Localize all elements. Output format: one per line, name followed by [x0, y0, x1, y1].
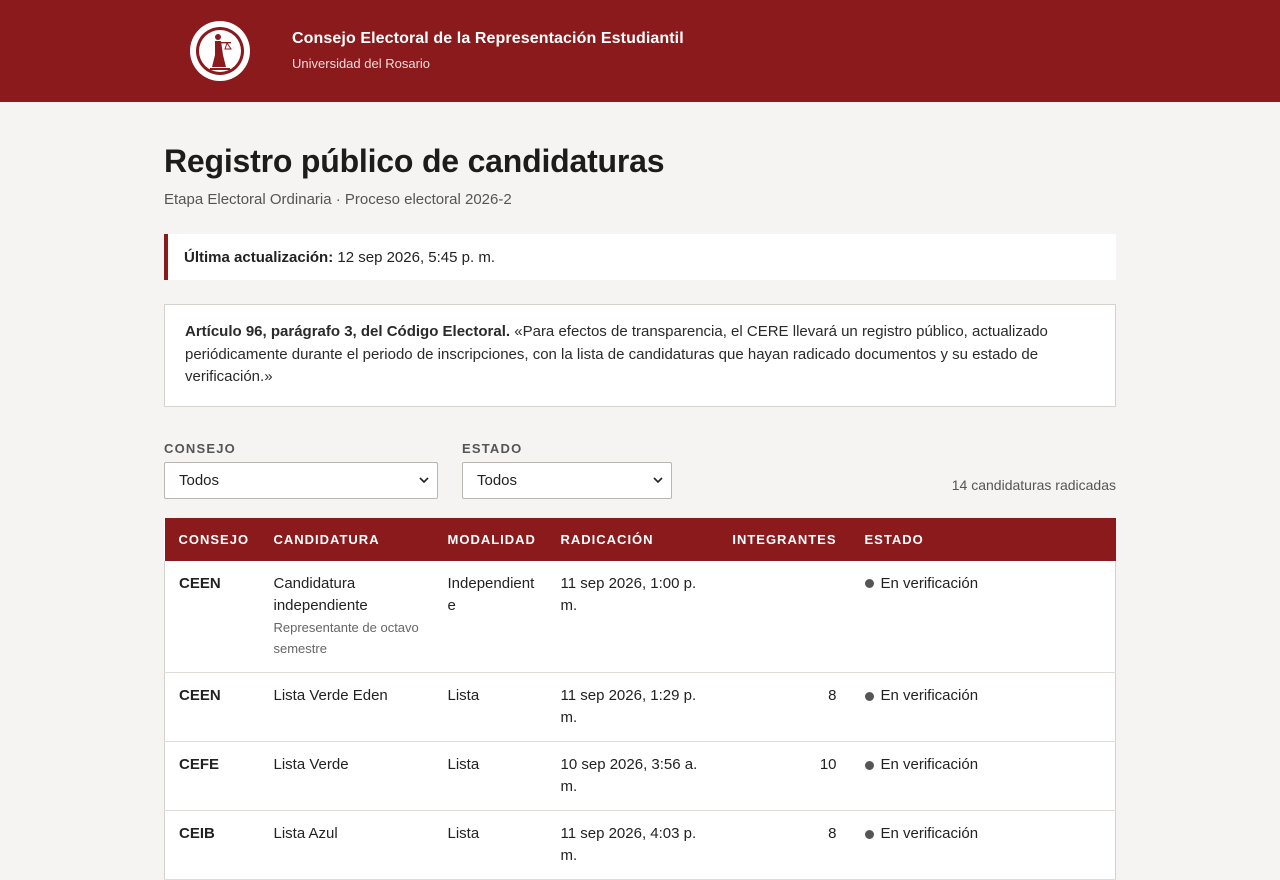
cell-consejo: CEFE [165, 742, 260, 811]
page-subtitle: Etapa Electoral Ordinaria · Proceso elec… [164, 191, 1116, 208]
status-dot-icon [865, 692, 874, 701]
cell-estado: En verificación [851, 561, 1116, 673]
cell-radicacion: 11 sep 2026, 1:29 p. m. [547, 673, 707, 742]
consejo-select-value: Todos [179, 472, 219, 489]
table-row[interactable]: CEEN Lista Verde Eden Lista 11 sep 2026,… [165, 673, 1116, 742]
cell-radicacion: 11 sep 2026, 1:00 p. m. [547, 561, 707, 673]
col-radicacion[interactable]: RADICACIÓN [547, 518, 707, 561]
consejo-filter: CONSEJO Todos [164, 441, 438, 499]
cell-modalidad: Independiente [434, 561, 547, 673]
last-updated-label: Última actualización: [184, 249, 333, 266]
cell-estado: En verificación [851, 742, 1116, 811]
filters-bar: CONSEJO Todos ESTADO Todos 14 candidatur… [164, 441, 1116, 499]
consejo-filter-label: CONSEJO [164, 441, 438, 456]
col-integrantes[interactable]: INTEGRANTES [707, 518, 851, 561]
org-subtitle: Universidad del Rosario [292, 56, 684, 71]
cell-candidatura: Candidatura independiente Representante … [260, 561, 434, 673]
result-count: 14 candidaturas radicadas [952, 477, 1116, 493]
col-consejo[interactable]: CONSEJO [165, 518, 260, 561]
cell-estado: En verificación [851, 811, 1116, 880]
col-estado[interactable]: ESTADO [851, 518, 1116, 561]
estado-filter: ESTADO Todos [462, 441, 672, 499]
cell-consejo: CEIB [165, 811, 260, 880]
cell-candidatura: Lista Verde Eden [260, 673, 434, 742]
cell-candidatura: Lista Verde [260, 742, 434, 811]
estado-select-value: Todos [477, 472, 517, 489]
last-updated-value: 12 sep 2026, 5:45 p. m. [337, 249, 495, 266]
article-quote: Artículo 96, parágrafo 3, del Código Ele… [164, 304, 1116, 407]
cell-consejo: CEEN [165, 561, 260, 673]
status-label: En verificación [881, 573, 979, 595]
last-updated-box: Última actualización: 12 sep 2026, 5:45 … [164, 234, 1116, 280]
cell-integrantes: 10 [707, 742, 851, 811]
status-label: En verificación [881, 754, 979, 776]
status-dot-icon [865, 761, 874, 770]
cell-modalidad: Lista [434, 811, 547, 880]
candidatura-name: Candidatura independiente [274, 575, 368, 614]
status-label: En verificación [881, 823, 979, 845]
status-dot-icon [865, 830, 874, 839]
top-header: Consejo Electoral de la Representación E… [0, 0, 1280, 102]
page-title: Registro público de candidaturas [164, 143, 1116, 180]
cell-consejo: CEEN [165, 673, 260, 742]
article-reference: Artículo 96, parágrafo 3, del Código Ele… [185, 323, 510, 340]
chevron-down-icon [419, 475, 429, 485]
cell-estado: En verificación [851, 673, 1116, 742]
chevron-down-icon [653, 475, 663, 485]
main-content: Registro público de candidaturas Etapa E… [164, 102, 1116, 880]
table-row[interactable]: CEFE Lista Verde Lista 10 sep 2026, 3:56… [165, 742, 1116, 811]
estado-filter-label: ESTADO [462, 441, 672, 456]
status-dot-icon [865, 579, 874, 588]
estado-select[interactable]: Todos [462, 462, 672, 499]
table-header-row: CONSEJO CANDIDATURA MODALIDAD RADICACIÓN… [165, 518, 1116, 561]
table-row[interactable]: CEIB Lista Azul Lista 11 sep 2026, 4:03 … [165, 811, 1116, 880]
brand-block: Consejo Electoral de la Representación E… [292, 30, 684, 71]
consejo-select[interactable]: Todos [164, 462, 438, 499]
cell-integrantes: 8 [707, 673, 851, 742]
table-row[interactable]: CEEN Candidatura independiente Represent… [165, 561, 1116, 673]
status-label: En verificación [881, 685, 979, 707]
org-title: Consejo Electoral de la Representación E… [292, 30, 684, 48]
cell-radicacion: 10 sep 2026, 3:56 a. m. [547, 742, 707, 811]
cell-modalidad: Lista [434, 673, 547, 742]
candidatura-note: Representante de octavo semestre [274, 617, 434, 659]
cell-radicacion: 11 sep 2026, 4:03 p. m. [547, 811, 707, 880]
candidates-table: CONSEJO CANDIDATURA MODALIDAD RADICACIÓN… [164, 518, 1116, 880]
cell-candidatura: Lista Azul [260, 811, 434, 880]
cell-integrantes: 8 [707, 811, 851, 880]
col-modalidad[interactable]: MODALIDAD [434, 518, 547, 561]
col-candidatura[interactable]: CANDIDATURA [260, 518, 434, 561]
justice-seal-icon [186, 17, 254, 85]
cell-modalidad: Lista [434, 742, 547, 811]
cell-integrantes [707, 561, 851, 673]
